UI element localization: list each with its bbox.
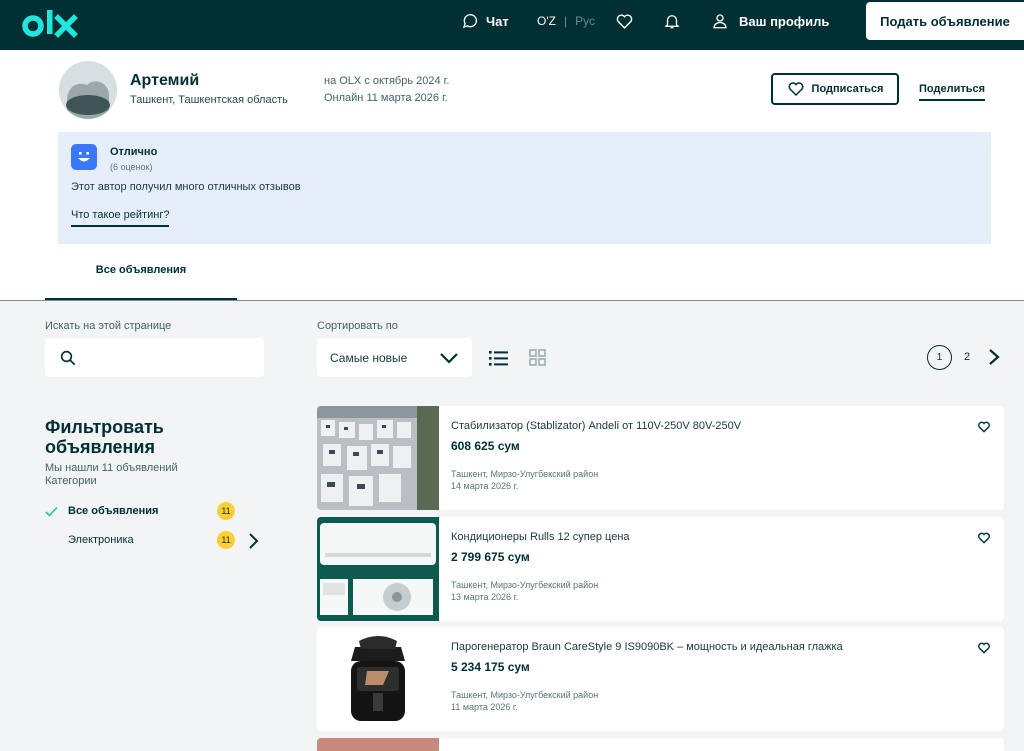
chevron-right-icon[interactable] (987, 348, 1001, 366)
lang-uz[interactable]: O'Z (537, 14, 556, 28)
listing-card[interactable]: Парогенератор Braun CareStyle 9 IS9090BK… (317, 627, 1004, 731)
category-count-badge: 11 (217, 502, 235, 520)
chat-icon (462, 13, 478, 29)
chevron-right-icon (249, 533, 259, 549)
category-electronics[interactable]: Электроника 11 (45, 531, 265, 553)
profile-section: Артемий Ташкент, Ташкентская область на … (0, 50, 1024, 301)
listing-date: 13 марта 2026 г. (451, 592, 519, 602)
category-count-badge: 11 (217, 531, 235, 549)
list-view-icon[interactable] (489, 349, 509, 367)
listing-price: 608 625 сум (451, 439, 520, 453)
grid-view-icon[interactable] (529, 349, 547, 367)
sort-selected-value: Самые новые (330, 350, 408, 365)
post-ad-button[interactable]: Подать объявление (866, 2, 1024, 40)
favorites-button[interactable] (615, 0, 634, 42)
listing-image (317, 406, 439, 510)
user-location: Ташкент, Ташкентская область (130, 94, 288, 106)
listing-card[interactable]: Стабилизатор (Stablizator) Andeli от 110… (317, 406, 1004, 510)
heart-icon[interactable] (977, 420, 991, 434)
last-online: Онлайн 11 марта 2026 г. (324, 92, 448, 104)
search-icon (60, 350, 76, 366)
pagination-page-2[interactable]: 2 (964, 351, 970, 363)
listing-image (317, 738, 439, 751)
chat-link[interactable]: Чат (461, 0, 509, 42)
listing-image (317, 517, 439, 621)
search-input[interactable] (85, 346, 255, 370)
category-label: Все объявления (68, 505, 159, 517)
listing-title[interactable]: Кондиционеры Rulls 12 супер цена (451, 531, 630, 543)
check-icon (45, 506, 58, 517)
share-link[interactable]: Поделиться (919, 83, 986, 101)
rating-info-link[interactable]: Что такое рейтинг? (71, 209, 170, 227)
bell-icon (664, 15, 680, 29)
listing-title[interactable]: Стабилизатор (Stablizator) Andeli от 110… (451, 420, 741, 432)
listing-location: Ташкент, Мирзо-Улугбекский район (451, 690, 599, 700)
sort-label: Сортировать по (317, 320, 398, 332)
heart-icon[interactable] (977, 641, 991, 655)
listing-price: 5 234 175 сум (451, 660, 530, 674)
heart-icon (616, 13, 633, 29)
tabs-divider (0, 300, 1024, 301)
tab-all-ads[interactable]: Все объявления (45, 264, 237, 301)
category-label: Электроника (68, 534, 134, 546)
olx-logo[interactable] (22, 6, 84, 42)
chat-label: Чат (486, 13, 509, 29)
filter-title: Фильтровать объявления (45, 417, 164, 457)
top-header: Чат O'Z | Рус Ваш профиль Подать объявле… (0, 0, 1024, 50)
pagination-current-page[interactable]: 1 (927, 345, 952, 370)
rating-title: Отлично (110, 146, 158, 158)
language-switcher: O'Z | Рус (537, 0, 595, 42)
heart-icon[interactable] (977, 531, 991, 545)
listing-card[interactable]: Кондиционеры Rulls 12 супер цена 2 799 6… (317, 517, 1004, 621)
listing-card-partial[interactable] (317, 738, 1004, 751)
smile-icon (71, 144, 97, 170)
listing-price: 2 799 675 сум (451, 550, 530, 564)
listing-date: 14 марта 2026 г. (451, 481, 519, 491)
follow-label: Подписаться (811, 83, 884, 95)
user-icon (713, 14, 727, 29)
notifications-button[interactable] (663, 0, 681, 42)
member-since: на OLX с октябрь 2024 г. (324, 75, 450, 87)
category-all[interactable]: Все объявления 11 (45, 502, 265, 524)
search-box[interactable] (45, 338, 264, 377)
listing-image (317, 627, 439, 731)
sort-dropdown[interactable]: Самые новые (317, 338, 472, 377)
rating-description: Этот автор получил много отличных отзыво… (71, 181, 301, 193)
chevron-down-icon (440, 353, 458, 364)
avatar (59, 61, 117, 119)
listing-date: 11 марта 2026 г. (451, 702, 518, 712)
filter-categories-label: Категории (45, 475, 97, 487)
profile-link[interactable]: Ваш профиль (711, 0, 829, 42)
rating-card: Отлично (6 оценок) Этот автор получил мн… (58, 132, 991, 244)
follow-button[interactable]: Подписаться (771, 73, 899, 105)
listing-title[interactable]: Парогенератор Braun CareStyle 9 IS9090BK… (451, 641, 843, 653)
filter-found-count: Мы нашли 11 объявлений (45, 462, 178, 474)
user-name: Артемий (130, 72, 200, 89)
listing-location: Ташкент, Мирзо-Улугбекский район (451, 580, 599, 590)
search-label: Искать на этой странице (45, 320, 172, 332)
heart-icon (788, 82, 803, 97)
profile-label: Ваш профиль (739, 13, 830, 29)
lang-separator: | (563, 14, 568, 28)
rating-count: (6 оценок) (110, 162, 153, 172)
listing-location: Ташкент, Мирзо-Улугбекский район (451, 469, 599, 479)
lang-ru[interactable]: Рус (575, 14, 595, 28)
